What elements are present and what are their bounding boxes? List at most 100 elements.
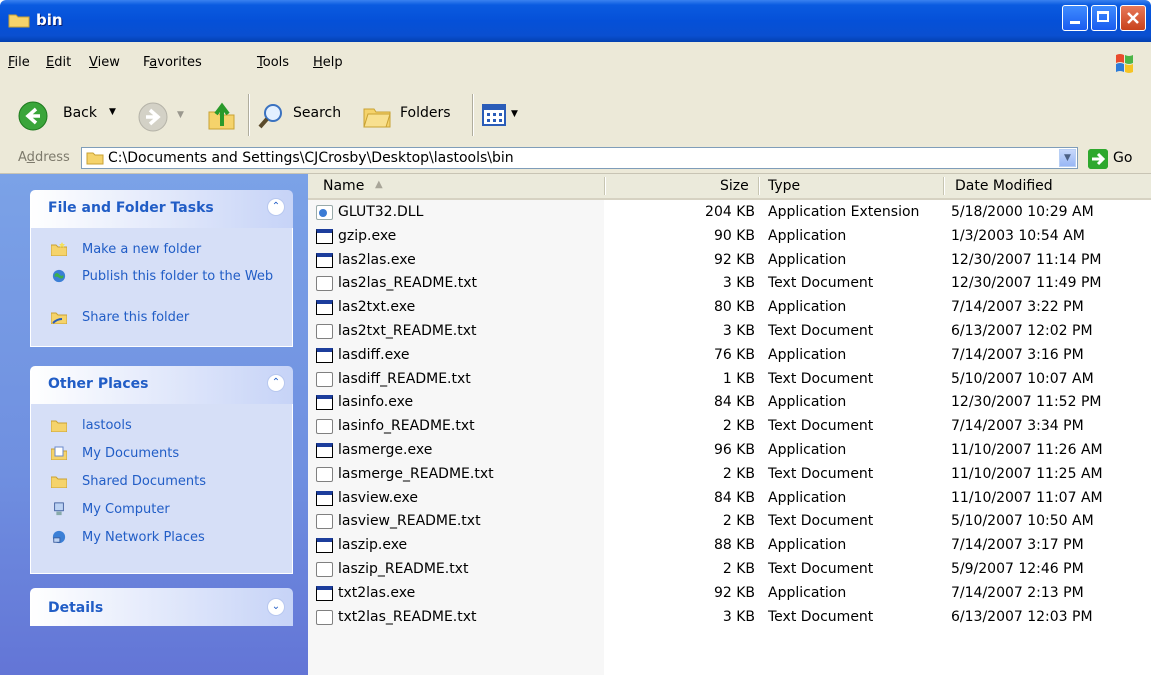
collapse-icon[interactable]: ⌃ [267,198,285,216]
file-row[interactable]: lasinfo.exe 84 KB Application 12/30/2007 11… [308,391,1151,414]
file-row[interactable]: las2txt_README.txt 3 KB Text Document 6/13/… [308,320,1151,343]
panel-title: File and Folder Tasks [48,200,214,216]
file-row[interactable]: lasdiff.exe 76 KB Application 7/14/2007 3:1… [308,344,1151,367]
menu-edit[interactable]: Edit [46,55,71,70]
file-row[interactable]: lasview.exe 84 KB Application 11/10/2007 11… [308,487,1151,510]
title-bar[interactable]: bin [0,0,1151,42]
file-row[interactable]: gzip.exe 90 KB Application 1/3/2003 10:54 A… [308,225,1151,248]
search-button[interactable]: Search [256,100,352,132]
file-type: Application [768,299,847,316]
application-icon [316,228,333,244]
file-row[interactable]: laszip_README.txt 2 KB Text Document 5/9/20… [308,558,1151,581]
file-size: 3 KB [722,608,755,625]
expand-icon[interactable]: ⌄ [267,598,285,616]
file-date: 12/30/2007 11:49 PM [951,275,1102,292]
window-title: bin [36,11,63,29]
text-document-icon [316,514,333,530]
column-name[interactable]: Name [323,178,364,194]
back-button[interactable]: Back ▼ [18,100,118,132]
file-type: Application Extension [768,204,920,220]
file-name: GLUT32.DLL [338,204,424,220]
views-icon [482,104,506,126]
forward-arrow-icon[interactable] [138,102,168,132]
file-name: lasmerge_README.txt [338,465,494,482]
file-row[interactable]: laszip.exe 88 KB Application 7/14/2007 3:17… [308,534,1151,557]
forward-dropdown-icon[interactable]: ▼ [177,110,184,120]
file-type: Application [768,489,847,506]
menu-view[interactable]: View [89,55,120,70]
column-separator[interactable] [604,177,606,195]
application-icon [316,300,333,316]
search-label: Search [293,105,342,121]
file-type: Text Document [768,561,874,577]
folder-icon [51,476,67,488]
file-row[interactable]: lasmerge_README.txt 2 KB Text Document 11/1… [308,463,1151,486]
menu-tools[interactable]: Tools [257,55,289,70]
file-row[interactable]: las2txt.exe 80 KB Application 7/14/2007 3:2… [308,296,1151,319]
folders-button[interactable]: Folders [362,100,462,132]
go-arrow-icon[interactable] [1088,149,1108,169]
file-rows: GLUT32.DLL 204 KB Application Extension 5/1… [308,201,1151,675]
menu-bar: File Edit View Favorites Tools Help [0,42,1151,87]
address-dropdown-icon[interactable]: ▼ [1059,149,1076,167]
details-header[interactable]: Details ⌄ [30,588,293,626]
file-size: 3 KB [722,323,755,339]
up-folder-icon[interactable] [206,100,238,132]
file-type: Application [768,227,847,244]
column-date-modified[interactable]: Date Modified [955,178,1053,194]
dll-icon [316,205,333,220]
file-size: 2 KB [722,513,755,530]
file-row[interactable]: txt2las.exe 92 KB Application 7/14/2007 2:1… [308,582,1151,605]
folder-icon [51,420,67,432]
toolbar: Back ▼ ▼ Search Folders ▼ [0,86,1151,146]
file-row[interactable]: las2las_README.txt 3 KB Text Document 12/30… [308,272,1151,295]
file-row[interactable]: lasmerge.exe 96 KB Application 11/10/2007 1… [308,439,1151,462]
file-row[interactable]: lasinfo_README.txt 2 KB Text Document 7/14/… [308,415,1151,438]
file-size: 90 KB [713,227,755,244]
column-separator[interactable] [758,177,760,195]
application-icon [316,538,333,554]
go-button[interactable]: Go [1113,150,1132,166]
file-size: 84 KB [713,394,755,411]
file-row[interactable]: txt2las_README.txt 3 KB Text Document 6/13/… [308,606,1151,629]
file-name: lasinfo_README.txt [338,418,475,435]
file-type: Text Document [768,275,874,292]
application-icon [316,443,333,458]
file-date: 11/10/2007 11:25 AM [951,465,1103,482]
menu-help[interactable]: Help [313,55,343,70]
file-row[interactable]: las2las.exe 92 KB Application 12/30/2007 11… [308,249,1151,272]
maximize-button[interactable] [1091,5,1117,31]
my-computer-icon [54,502,64,516]
address-label: Address [18,150,70,165]
column-type[interactable]: Type [768,178,800,194]
file-row[interactable]: GLUT32.DLL 204 KB Application Extension 5/1… [308,201,1151,224]
other-places-header[interactable]: Other Places ⌃ [30,366,293,404]
column-separator[interactable] [943,177,945,195]
file-name: lasinfo.exe [338,394,414,411]
file-date: 11/10/2007 11:26 AM [951,442,1103,458]
address-field[interactable]: C:\Documents and Settings\CJCrosby\Deskt… [81,147,1078,169]
file-row[interactable]: lasdiff_README.txt 1 KB Text Document 5/10/… [308,368,1151,391]
file-size: 2 KB [722,465,755,482]
menu-favorites[interactable]: Favorites [143,55,202,70]
file-size: 2 KB [722,418,755,435]
file-name: lasmerge.exe [338,442,433,458]
collapse-icon[interactable]: ⌃ [267,374,285,392]
my-documents-icon [51,446,67,460]
file-folder-tasks-header[interactable]: File and Folder Tasks ⌃ [30,190,293,228]
file-row[interactable]: lasview_README.txt 2 KB Text Document 5/10/… [308,510,1151,533]
file-size: 84 KB [713,489,755,506]
back-dropdown-icon[interactable]: ▼ [109,107,116,117]
text-document-icon [316,609,333,625]
panel-title: Details [48,600,104,616]
views-button[interactable]: ▼ [481,102,529,130]
menu-file[interactable]: File [8,55,30,70]
views-dropdown-icon: ▼ [511,109,518,119]
minimize-button[interactable] [1062,5,1088,31]
folders-label: Folders [400,105,451,121]
file-date: 12/30/2007 11:14 PM [951,251,1102,268]
file-name: txt2las.exe [338,584,416,601]
close-button[interactable] [1120,5,1146,31]
column-size[interactable]: Size [720,178,749,194]
back-arrow-icon [18,101,48,131]
